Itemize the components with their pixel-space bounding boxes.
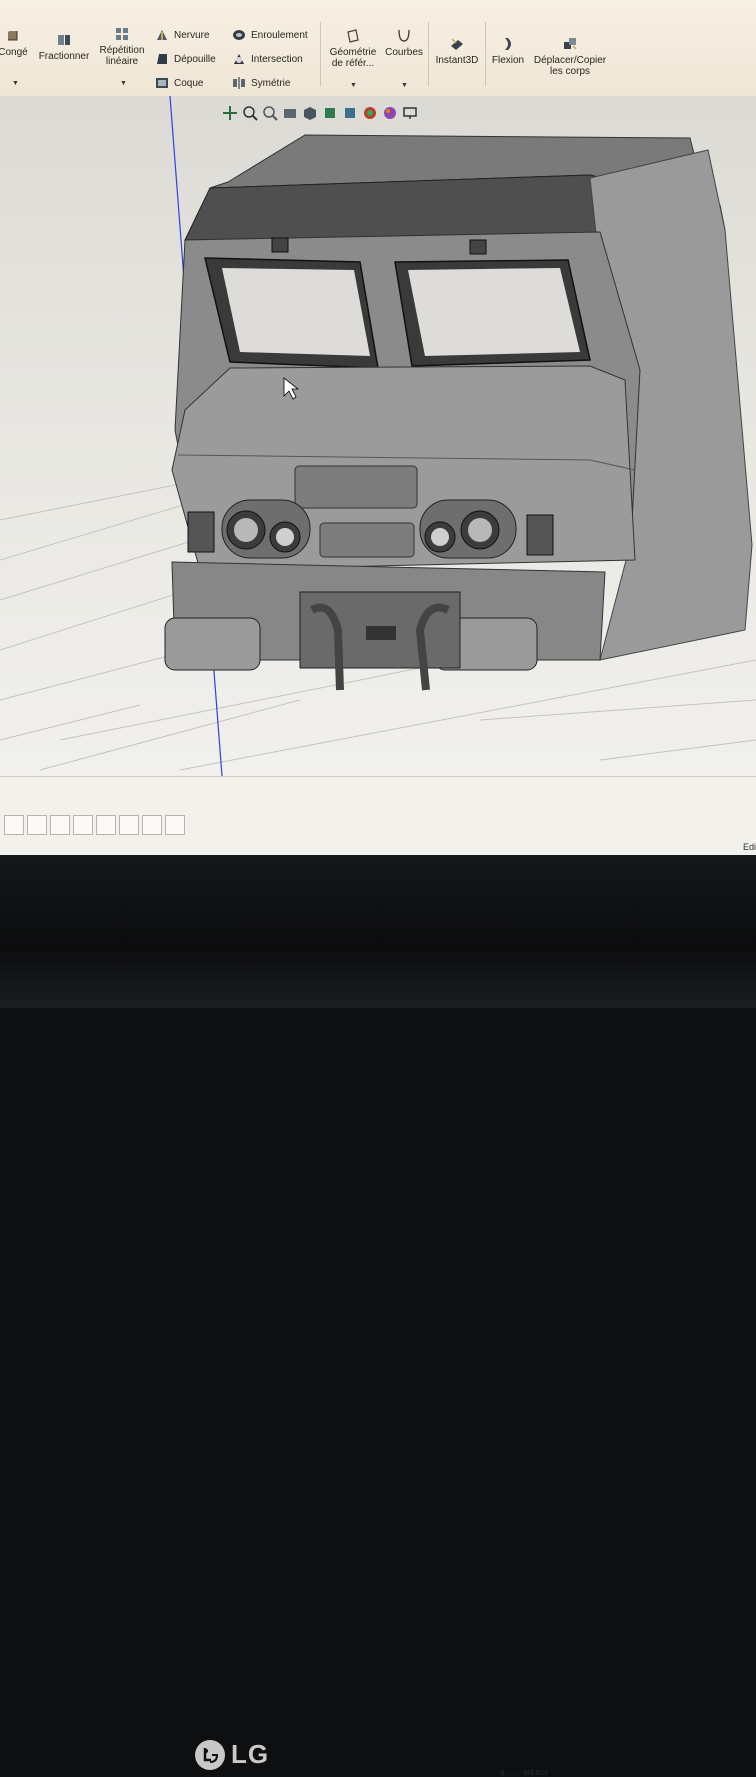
zoom-to-fit-icon[interactable] xyxy=(222,105,238,121)
linear-pattern-icon xyxy=(116,28,128,40)
coque-button[interactable]: Coque xyxy=(155,76,203,90)
section-view-icon[interactable] xyxy=(282,105,298,121)
previous-view-icon[interactable] xyxy=(262,105,278,121)
depouille-button[interactable]: Dépouille xyxy=(155,52,216,66)
right-window-glass xyxy=(408,268,580,356)
symetrie-label: Symétrie xyxy=(251,77,291,89)
features-ribbon: Congé ▼ Fractionner Répétition linéaire … xyxy=(0,0,756,97)
hide-show-icon[interactable] xyxy=(342,105,358,121)
status-text: Edi xyxy=(742,842,756,852)
view-settings-icon[interactable] xyxy=(402,105,418,121)
brand-name: LG xyxy=(231,1739,270,1769)
intersection-label: Intersection xyxy=(251,53,303,65)
flexion-label: Flexion xyxy=(491,55,525,66)
intersect-icon xyxy=(234,54,244,64)
enroulement-button[interactable]: Enroulement xyxy=(232,28,308,42)
sketch-line-icon[interactable] xyxy=(4,815,24,835)
conge-label: Congé xyxy=(0,47,28,58)
rib-icon xyxy=(157,30,167,40)
courbes-label: Courbes xyxy=(385,47,423,58)
left-lamp xyxy=(271,237,289,253)
relation-icon[interactable] xyxy=(50,815,70,835)
brand-logo: LG xyxy=(195,1739,269,1770)
monitor-button-labels: S..... MENU xyxy=(500,1770,548,1777)
split-icon xyxy=(58,35,70,45)
dimension-icon[interactable] xyxy=(27,815,47,835)
lower-grille xyxy=(319,522,415,558)
geometrie-reference-button[interactable]: Géométrie de référ... xyxy=(326,28,380,69)
mirror-icon xyxy=(233,77,245,89)
heads-up-view-toolbar xyxy=(222,100,418,126)
deplacer-label-2: les corps xyxy=(549,66,590,77)
left-buffer xyxy=(164,617,261,671)
upper-grille xyxy=(294,465,418,509)
nervure-label: Nervure xyxy=(174,29,210,41)
conge-dropdown[interactable]: ▼ xyxy=(12,80,19,87)
wrap-icon xyxy=(233,30,245,40)
courbes-dropdown[interactable]: ▼ xyxy=(401,82,408,89)
lg-logo-icon xyxy=(195,1739,225,1770)
shell-icon xyxy=(156,78,168,88)
move-copy-bodies-icon xyxy=(564,38,577,50)
offset-icon[interactable] xyxy=(73,815,93,835)
depouille-label: Dépouille xyxy=(174,53,216,65)
ribbon-separator-3 xyxy=(485,22,486,86)
flex-icon xyxy=(505,38,511,50)
deplacer-label-1: Déplacer/Copier xyxy=(533,55,607,66)
trim-icon[interactable] xyxy=(96,815,116,835)
repetition-lineaire-button[interactable]: Répétition linéaire xyxy=(94,26,150,67)
draft-icon xyxy=(157,54,167,64)
left-marker-light xyxy=(187,511,215,553)
right-marker-light xyxy=(526,514,554,556)
left-window-glass xyxy=(222,268,370,356)
sketch-tools-toolbar xyxy=(4,815,185,835)
enroulement-label: Enroulement xyxy=(251,29,308,41)
instant3d-icon xyxy=(451,38,463,50)
conge-button[interactable]: Congé xyxy=(0,28,30,58)
right-lamp xyxy=(469,239,487,255)
repair-sketch-icon[interactable] xyxy=(165,815,185,835)
display-style-icon[interactable] xyxy=(322,105,338,121)
monitor-screen: Congé ▼ Fractionner Répétition linéaire … xyxy=(0,0,756,855)
fillet-icon xyxy=(8,31,18,41)
ribbon-separator-2 xyxy=(428,22,429,86)
courbes-button[interactable]: Courbes xyxy=(382,28,426,58)
symetrie-button[interactable]: Symétrie xyxy=(232,76,290,90)
repetition-label-2: linéaire xyxy=(105,56,139,67)
geometrie-dropdown[interactable]: ▼ xyxy=(350,82,357,89)
fractionner-label: Fractionner xyxy=(38,51,90,62)
repetition-dropdown[interactable]: ▼ xyxy=(120,80,127,87)
intersection-button[interactable]: Intersection xyxy=(232,52,303,66)
right-headlights xyxy=(419,499,517,559)
model-canvas xyxy=(0,96,756,776)
coque-label: Coque xyxy=(174,77,204,89)
geometrie-label-2: de référ... xyxy=(331,58,375,69)
flexion-button[interactable]: Flexion xyxy=(488,36,528,66)
coupler-hook xyxy=(366,626,396,640)
repetition-label-1: Répétition xyxy=(99,45,145,56)
display-relations-icon[interactable] xyxy=(142,815,162,835)
curves-icon xyxy=(398,29,410,42)
edit-appearance-icon[interactable] xyxy=(362,105,378,121)
fractionner-button[interactable]: Fractionner xyxy=(36,32,92,62)
reference-geometry-icon xyxy=(347,29,359,43)
geometrie-label-1: Géométrie xyxy=(329,47,377,58)
apply-scene-icon[interactable] xyxy=(382,105,398,121)
left-headlights xyxy=(221,499,311,559)
view-orientation-icon[interactable] xyxy=(302,105,318,121)
zoom-area-icon[interactable] xyxy=(242,105,258,121)
ribbon-separator-1 xyxy=(320,22,321,86)
deplacer-copier-button[interactable]: Déplacer/Copier les corps xyxy=(530,36,610,77)
graphics-viewport[interactable] xyxy=(0,96,756,776)
mirror-entities-icon[interactable] xyxy=(119,815,139,835)
monitor-bezel: LG S..... MENU xyxy=(0,855,756,1777)
instant3d-button[interactable]: Instant3D xyxy=(432,36,482,66)
instant3d-label: Instant3D xyxy=(435,55,479,66)
nervure-button[interactable]: Nervure xyxy=(155,28,210,42)
